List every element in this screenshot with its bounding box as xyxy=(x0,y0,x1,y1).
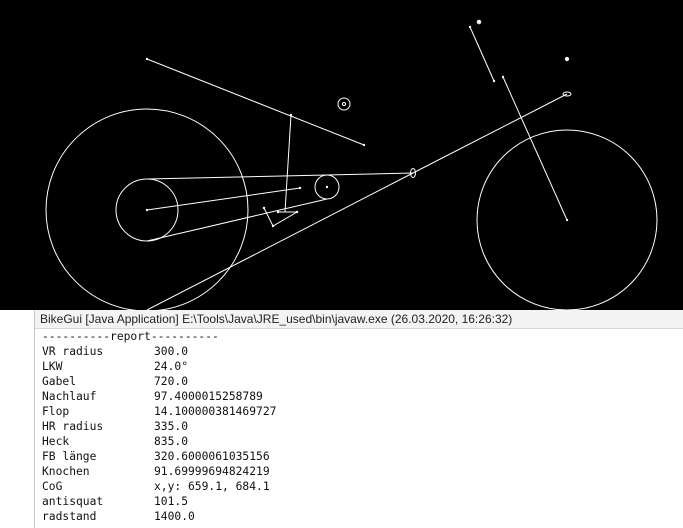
point-front-axle xyxy=(565,218,569,222)
report-value: 97.4000015258789 xyxy=(154,390,263,403)
point-bar-top2 xyxy=(477,20,481,24)
report-row: Knochen 91.69999694824219 xyxy=(42,464,683,479)
report-row: LKW 24.0° xyxy=(42,359,683,374)
report-key: antisquat xyxy=(42,495,104,508)
report-row: antisquat 101.5 xyxy=(42,494,683,509)
report-key: CoG xyxy=(42,480,63,493)
report-value: 320.6000061035156 xyxy=(154,450,270,463)
report-key: Flop xyxy=(42,405,70,418)
report-key: Heck xyxy=(42,435,70,448)
report-row: FB länge 320.6000061035156 xyxy=(42,449,683,464)
point-crank xyxy=(325,185,329,189)
console-output[interactable]: ----------report---------- VR radius 300.… xyxy=(35,329,683,524)
report-value: 835.0 xyxy=(154,435,189,448)
point-seat-top xyxy=(289,113,293,117)
bike-geometry-drawing xyxy=(45,19,658,310)
console-title: BikeGui [Java Application] E:\Tools\Java… xyxy=(35,310,683,329)
report-key: Gabel xyxy=(42,375,77,388)
linkage xyxy=(263,207,299,227)
report-row: CoG x,y: 659.1, 684.1 xyxy=(42,479,683,494)
chain-lower xyxy=(146,198,328,242)
report-row: radstand 1400.0 xyxy=(42,509,683,524)
report-row: Flop 14.100000381469727 xyxy=(42,404,683,419)
report-key: VR radius xyxy=(42,345,104,358)
report-key: HR radius xyxy=(42,420,104,433)
swing-arm xyxy=(146,172,414,310)
handlebar xyxy=(469,26,495,82)
report-value: 335.0 xyxy=(154,420,189,433)
point-link-d xyxy=(276,210,280,214)
marker-dot xyxy=(342,102,346,106)
point-fork-top xyxy=(501,75,505,79)
seat-post xyxy=(284,114,292,213)
point-bar-bottom xyxy=(492,79,496,83)
report-value: 91.69999694824219 xyxy=(154,465,270,478)
point-rear-axle xyxy=(145,208,149,212)
report-header: ----------report---------- xyxy=(42,330,219,343)
point-link-a xyxy=(262,206,266,210)
report-row: VR radius 300.0 xyxy=(42,344,683,359)
report-value: 1400.0 xyxy=(154,510,195,523)
report-value: 300.0 xyxy=(154,345,189,358)
report-key: Knochen xyxy=(42,465,90,478)
report-key: Nachlauf xyxy=(42,390,97,403)
report-value: 101.5 xyxy=(154,495,189,508)
report-key: LKW xyxy=(42,360,63,373)
point-stay-end xyxy=(298,186,302,190)
report-value: 24.0° xyxy=(154,360,189,373)
report-key: FB länge xyxy=(42,450,97,463)
bike-drawing-canvas xyxy=(0,0,683,310)
report-value: x,y: 659.1, 684.1 xyxy=(154,480,270,493)
point-top-end xyxy=(362,143,366,147)
report-row: Nachlauf 97.4000015258789 xyxy=(42,389,683,404)
point-link-b xyxy=(271,224,275,228)
top-line xyxy=(146,58,365,146)
report-value: 14.100000381469727 xyxy=(154,405,277,418)
point-bar-top xyxy=(468,25,472,29)
point-link-c xyxy=(295,210,299,214)
console-view[interactable]: BikeGui [Java Application] E:\Tools\Java… xyxy=(35,310,683,528)
point-top-start xyxy=(145,57,149,61)
marker-circle xyxy=(337,97,351,111)
report-value: 720.0 xyxy=(154,375,189,388)
report-row: HR radius 335.0 xyxy=(42,419,683,434)
report-row: Gabel 720.0 xyxy=(42,374,683,389)
report-row: Heck 835.0 xyxy=(42,434,683,449)
report-key: radstand xyxy=(42,510,97,523)
console-gutter xyxy=(0,310,35,528)
chain-upper xyxy=(146,172,414,180)
chain-stay xyxy=(146,187,301,211)
